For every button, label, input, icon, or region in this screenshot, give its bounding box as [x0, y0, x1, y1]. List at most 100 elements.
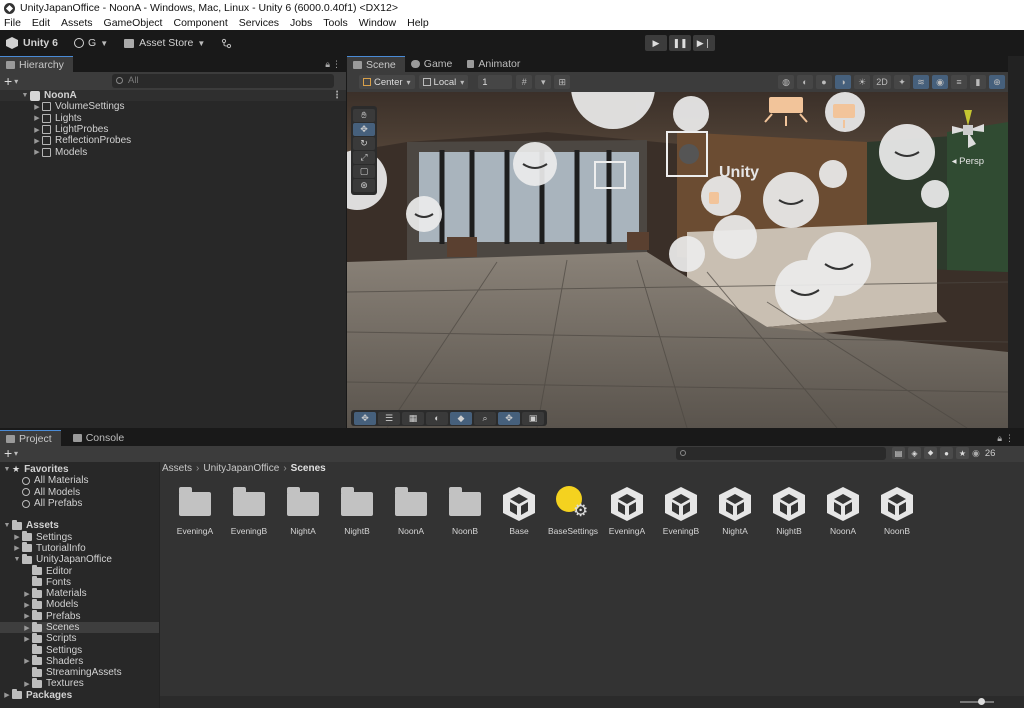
- audio-toggle-button[interactable]: ≋: [913, 75, 929, 89]
- menu-tools[interactable]: Tools: [323, 17, 348, 29]
- folder-textures[interactable]: ▶ Textures: [0, 677, 159, 689]
- more-options-icon[interactable]: ⋮: [332, 90, 342, 101]
- folder-editor[interactable]: Editor: [0, 565, 159, 577]
- folder-scripts[interactable]: ▶ Scripts: [0, 632, 159, 644]
- info-button[interactable]: ●: [940, 447, 953, 459]
- tag-filter-button[interactable]: ⬥: [924, 447, 937, 459]
- pivot-mode-dropdown[interactable]: Center ▾: [359, 75, 415, 89]
- transform-tool-button[interactable]: ⊛: [353, 179, 375, 192]
- tab-project[interactable]: Project: [0, 430, 61, 446]
- grid-visibility-button[interactable]: #: [516, 75, 533, 89]
- asset-scene-nighta[interactable]: NightA: [708, 484, 762, 542]
- pivot-space-dropdown[interactable]: Local ▾: [418, 75, 469, 89]
- assets-root[interactable]: ▼ Assets: [0, 519, 159, 531]
- step-button[interactable]: ▶❘: [693, 35, 715, 51]
- eye-icon[interactable]: ◉: [972, 448, 980, 459]
- search-by-label-button[interactable]: ◈: [908, 447, 921, 459]
- folder-scenes[interactable]: ▶ Scenes: [0, 621, 159, 634]
- lit-button[interactable]: ◑: [835, 75, 851, 89]
- scene-root-row[interactable]: ▼ NoonA ⋮: [0, 90, 346, 102]
- asset-lighting-basesettings[interactable]: ⚙ BaseSettings: [546, 484, 600, 542]
- breadcrumb-scenes[interactable]: Scenes: [291, 463, 326, 474]
- lock-icon[interactable]: 🔒︎: [325, 59, 330, 70]
- asset-scene-base[interactable]: Base: [492, 484, 546, 542]
- folder-streamingassets[interactable]: StreamingAssets: [0, 666, 159, 678]
- lighting-toggle-button[interactable]: ✦: [894, 75, 910, 89]
- expand-triangle-icon[interactable]: ▶: [32, 103, 42, 111]
- asset-folder-eveningb[interactable]: EveningB: [222, 484, 276, 542]
- lock-icon[interactable]: 🔒︎: [997, 433, 1002, 444]
- asset-folder-noonb[interactable]: NoonB: [438, 484, 492, 542]
- menu-file[interactable]: File: [4, 17, 21, 29]
- favorite-button[interactable]: ★: [956, 447, 969, 459]
- menu-edit[interactable]: Edit: [32, 17, 50, 29]
- snap-settings-button[interactable]: ▾: [535, 75, 552, 89]
- tree-item-models[interactable]: ▶ Models: [0, 146, 346, 158]
- asset-store-dropdown[interactable]: Asset Store ▼: [124, 37, 205, 49]
- asset-scene-noona[interactable]: NoonA: [816, 484, 870, 542]
- increment-snap-button[interactable]: ⊞: [554, 75, 571, 89]
- tree-item-reflectionprobes[interactable]: ▶ ReflectionProbes: [0, 135, 346, 146]
- scene-viewport[interactable]: Unity ✋︎ ✥ ↻ ⤢ ▢ ⊛ ◂ Persp ✥ ☰ ▦ ◐ ◆ ⌕ ✥…: [347, 92, 1008, 428]
- debug-draw-dropdown[interactable]: ☀: [854, 75, 870, 89]
- thumbnail-size-slider[interactable]: [960, 698, 994, 705]
- scene-orientation-gizmo[interactable]: [938, 100, 998, 156]
- tab-console[interactable]: Console: [67, 430, 134, 446]
- asset-folder-nightb[interactable]: NightB: [330, 484, 384, 542]
- menu-help[interactable]: Help: [407, 17, 429, 29]
- asset-scene-eveninga[interactable]: EveningA: [600, 484, 654, 542]
- expand-triangle-icon[interactable]: ▶: [32, 114, 42, 122]
- tab-scene[interactable]: Scene: [347, 56, 405, 72]
- folder-shaders[interactable]: ▶ Shaders: [0, 655, 159, 667]
- favorite-all-prefabs[interactable]: All Prefabs: [0, 498, 159, 509]
- rect-tool-button[interactable]: ▢: [353, 165, 375, 178]
- overlay-camera-button[interactable]: ▣: [522, 411, 544, 425]
- folder-settings[interactable]: ▶ Settings: [0, 531, 159, 543]
- overlay-move-button[interactable]: ✥: [354, 411, 376, 425]
- shaded-button[interactable]: ●: [816, 75, 832, 89]
- folder-tutorialinfo[interactable]: ▶ TutorialInfo: [0, 542, 159, 554]
- pause-button[interactable]: ❚❚: [669, 35, 691, 51]
- menu-component[interactable]: Component: [173, 17, 227, 29]
- overlay-pivot-button[interactable]: ✥: [498, 411, 520, 425]
- expand-triangle-icon[interactable]: ▶: [32, 126, 42, 134]
- camera-settings-dropdown[interactable]: ▮: [970, 75, 986, 89]
- visibility-toggle-button[interactable]: ◉: [932, 75, 948, 89]
- overlay-search-button[interactable]: ⌕: [474, 411, 496, 425]
- overlay-grid-button[interactable]: ▦: [402, 411, 424, 425]
- create-asset-button[interactable]: +: [4, 445, 12, 461]
- folder-settings-2[interactable]: Settings: [0, 644, 159, 656]
- favorite-all-models[interactable]: All Models: [0, 487, 159, 498]
- tab-animator[interactable]: Animator: [461, 56, 529, 72]
- play-button[interactable]: ▶: [645, 35, 667, 51]
- folder-fonts[interactable]: Fonts: [0, 576, 159, 588]
- folder-prefabs[interactable]: ▶ Prefabs: [0, 610, 159, 622]
- menu-gameobject[interactable]: GameObject: [104, 17, 163, 29]
- hand-tool-button[interactable]: ✋︎: [353, 109, 375, 122]
- expand-triangle-icon[interactable]: ▶: [32, 148, 42, 156]
- expand-triangle-icon[interactable]: ▶: [2, 691, 12, 699]
- breadcrumb-assets[interactable]: Assets: [162, 463, 192, 474]
- move-tool-button[interactable]: ✥: [353, 123, 375, 136]
- folder-unityjapanoffice[interactable]: ▼ UnityJapanOffice: [0, 553, 159, 565]
- project-search-input[interactable]: [676, 447, 886, 460]
- toggle-2d-button[interactable]: 2D: [873, 75, 891, 89]
- favorites-header[interactable]: ▼ ★ Favorites: [0, 464, 159, 475]
- account-dropdown[interactable]: G ▼: [74, 37, 108, 49]
- expand-triangle-icon[interactable]: ▶: [32, 137, 42, 145]
- asset-scene-nightb[interactable]: NightB: [762, 484, 816, 542]
- overlay-layer-button[interactable]: ◆: [450, 411, 472, 425]
- folder-materials[interactable]: ▶ Materials: [0, 587, 159, 599]
- expand-triangle-icon[interactable]: ▶: [22, 601, 32, 609]
- expand-triangle-icon[interactable]: ▶: [22, 635, 32, 643]
- tree-item-lights[interactable]: ▶ Lights: [0, 113, 346, 124]
- expand-triangle-icon[interactable]: ▼: [12, 556, 22, 563]
- packages-root[interactable]: ▶ Packages: [0, 689, 159, 701]
- asset-scene-noonb[interactable]: NoonB: [870, 484, 924, 542]
- menu-services[interactable]: Services: [239, 17, 279, 29]
- tree-item-lightprobes[interactable]: ▶ LightProbes: [0, 124, 346, 135]
- camera-projection-label[interactable]: ◂ Persp: [952, 156, 984, 167]
- create-button[interactable]: +: [4, 73, 12, 89]
- tree-item-volumesettings[interactable]: ▶ VolumeSettings: [0, 101, 346, 112]
- gizmos-dropdown[interactable]: ⊕: [989, 75, 1005, 89]
